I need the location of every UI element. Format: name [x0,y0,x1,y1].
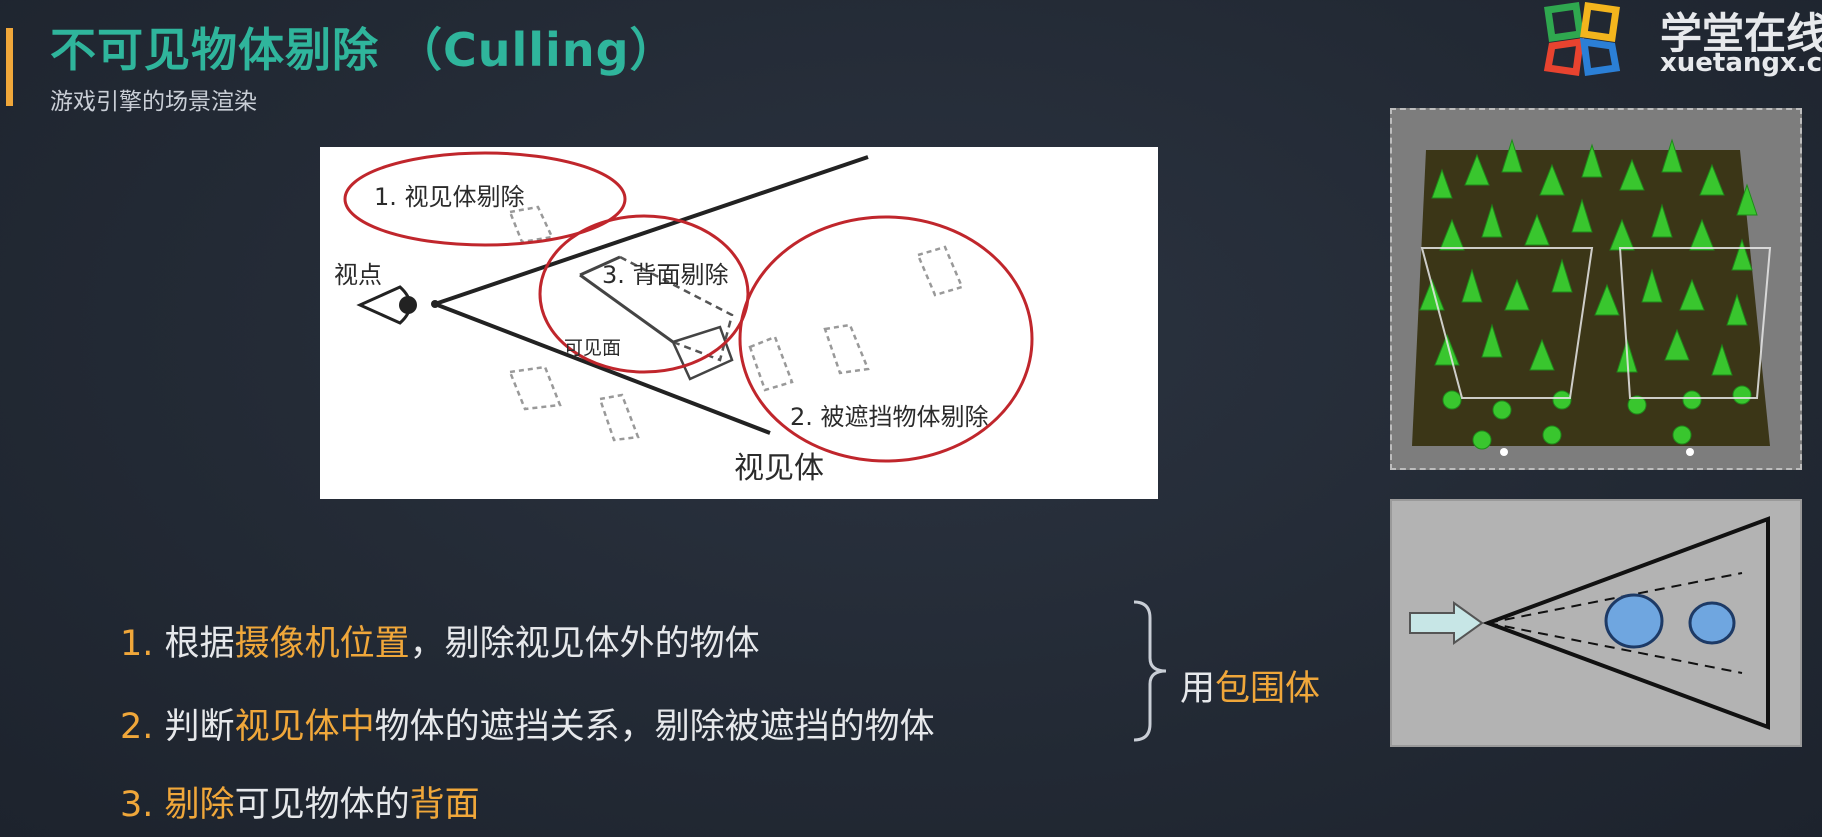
point-2-post: 物体的遮挡关系，剔除被遮挡的物体 [374,707,935,747]
bounding-volume-image [1390,499,1802,747]
title-accent-bar [6,28,13,106]
point-3-highlight: 剔除 [164,785,235,825]
point-3-highlight-2: 背面 [409,785,480,825]
label-visible-face: 可见面 [564,337,622,359]
label-view-volume: 视见体 [734,451,824,486]
point-3: 3. 剔除可见物体的背面 [120,776,480,827]
object-outside-bottom-left [508,365,562,411]
point-2-number: 2. [120,707,154,747]
logo-url: xuetangx.com [1660,48,1822,78]
point-1: 1. 根据摄像机位置，剔除视见体外的物体 [120,615,760,666]
object-occluded-a [748,335,794,392]
bounding-volume-graphic [1409,516,1770,730]
label-backface-culling: 3. 背面剔除 [602,261,729,289]
point-3-number: 3. [120,785,154,825]
object-outside-top [508,205,554,244]
bounding-volume-note-pre: 用 [1180,669,1216,709]
forest-culling-graphic [1412,138,1772,456]
label-viewpoint: 视点 [334,261,382,289]
label-occlusion-culling: 2. 被遮挡物体剔除 [790,403,989,431]
point-1-pre: 根据 [164,624,235,664]
object-outside-bottom-right [598,393,640,442]
bounding-volume-note-highlight: 包围体 [1215,669,1321,709]
forest-culling-image [1390,108,1802,470]
bounding-volume-note: 用包围体 [1180,660,1320,711]
object-occluded-c [916,245,964,297]
page-title: 不可见物体剔除 （Culling） [50,23,677,77]
culling-diagram: 1. 视见体剔除 视点 3. 背面剔除 可见面 2. 被遮挡物体剔除 视见体 [320,147,1158,499]
eye-icon [356,285,439,325]
page-subtitle: 游戏引擎的场景渲染 [50,89,257,115]
right-brace-icon [1133,600,1167,742]
point-3-post: 可见物体的 [234,785,410,825]
point-1-post: ，剔除视见体外的物体 [409,624,760,664]
point-1-highlight: 摄像机位置 [234,624,410,664]
object-occluded-b [823,323,870,375]
frustum-bottom-edge [434,302,771,435]
label-frustum-culling: 1. 视见体剔除 [374,183,525,211]
point-2-pre: 判断 [164,707,235,747]
point-2-highlight: 视见体中 [234,707,375,747]
point-2: 2. 判断视见体中物体的遮挡关系，剔除被遮挡的物体 [120,698,935,749]
point-1-number: 1. [120,624,154,664]
